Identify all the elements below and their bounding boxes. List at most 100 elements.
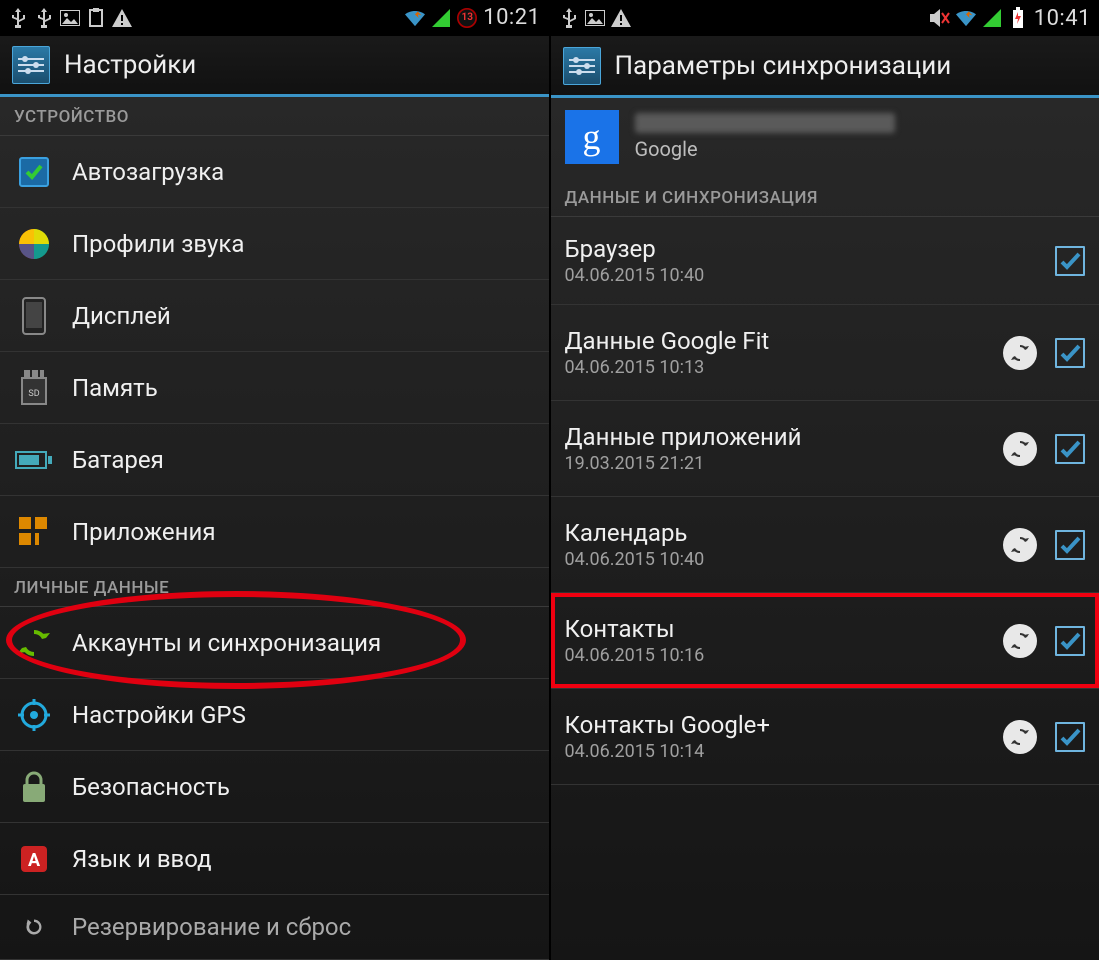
warning-icon bbox=[611, 8, 631, 28]
item-timestamp: 19.03.2015 21:21 bbox=[565, 453, 986, 474]
status-bar: 10:41 bbox=[551, 0, 1099, 36]
item-label: Контакты Google+ bbox=[565, 711, 986, 739]
section-personal-list: Аккаунты и синхронизация Настройки GPS Б… bbox=[0, 607, 549, 960]
section-device-list: Автозагрузка Профили звука Дисплей SD Па… bbox=[0, 136, 549, 568]
battery-badge: 13 bbox=[461, 12, 472, 23]
sync-item-contacts[interactable]: Контакты 04.06.2015 10:16 bbox=[551, 593, 1099, 689]
screen-settings: 13 10:21 Настройки УСТРОЙСТВО Автозагруз… bbox=[0, 0, 549, 960]
item-gps[interactable]: Настройки GPS bbox=[0, 679, 549, 751]
item-label: Настройки GPS bbox=[72, 701, 246, 729]
item-accounts-sync[interactable]: Аккаунты и синхронизация bbox=[0, 607, 549, 679]
clipboard-icon bbox=[86, 8, 106, 28]
storage-icon: SD bbox=[14, 368, 54, 408]
item-timestamp: 04.06.2015 10:14 bbox=[565, 741, 986, 762]
item-label: Контакты bbox=[565, 615, 986, 643]
svg-text:SD: SD bbox=[28, 389, 39, 399]
sync-item-contacts-gplus[interactable]: Контакты Google+ 04.06.2015 10:14 bbox=[551, 689, 1099, 785]
sync-item-browser[interactable]: Браузер 04.06.2015 10:40 bbox=[551, 217, 1099, 305]
item-label: Браузер bbox=[565, 235, 1038, 263]
item-autoboot[interactable]: Автозагрузка bbox=[0, 136, 549, 208]
item-battery[interactable]: Батарея bbox=[0, 424, 549, 496]
sync-status-icon bbox=[1003, 336, 1037, 370]
action-bar: Настройки bbox=[0, 36, 549, 97]
section-header-device: УСТРОЙСТВО bbox=[0, 97, 549, 136]
mute-icon bbox=[930, 8, 950, 28]
item-label: Данные Google Fit bbox=[565, 327, 986, 355]
item-timestamp: 04.06.2015 10:16 bbox=[565, 645, 986, 666]
item-label: Автозагрузка bbox=[72, 158, 224, 186]
screen-sync-settings: 10:41 Параметры синхронизации g Google Д… bbox=[549, 0, 1099, 960]
item-label: Дисплей bbox=[72, 302, 171, 330]
section-header-sync: ДАННЫЕ И СИНХРОНИЗАЦИЯ bbox=[551, 178, 1099, 217]
sync-checkbox[interactable] bbox=[1055, 626, 1085, 656]
reset-icon bbox=[14, 907, 54, 947]
item-apps[interactable]: Приложения bbox=[0, 496, 549, 568]
display-icon bbox=[14, 296, 54, 336]
settings-icon bbox=[563, 47, 601, 85]
sync-item-app-data[interactable]: Данные приложений 19.03.2015 21:21 bbox=[551, 401, 1099, 497]
sync-checkbox[interactable] bbox=[1055, 722, 1085, 752]
language-icon: A bbox=[14, 839, 54, 879]
item-label: Безопасность bbox=[72, 773, 230, 801]
sync-checkbox[interactable] bbox=[1055, 338, 1085, 368]
usb-icon bbox=[559, 8, 579, 28]
item-label: Данные приложений bbox=[565, 423, 986, 451]
sync-status-icon bbox=[1003, 432, 1037, 466]
status-clock: 10:41 bbox=[1034, 6, 1091, 31]
item-timestamp: 04.06.2015 10:40 bbox=[565, 265, 1038, 286]
item-storage[interactable]: SD Память bbox=[0, 352, 549, 424]
item-label: Память bbox=[72, 374, 158, 402]
page-title: Параметры синхронизации bbox=[615, 51, 952, 81]
item-timestamp: 04.06.2015 10:40 bbox=[565, 549, 986, 570]
item-language[interactable]: A Язык и ввод bbox=[0, 823, 549, 895]
wifi-icon bbox=[405, 8, 425, 28]
status-bar: 13 10:21 bbox=[0, 0, 549, 36]
gps-icon bbox=[14, 695, 54, 735]
item-label: Приложения bbox=[72, 518, 216, 546]
image-icon bbox=[585, 8, 605, 28]
action-bar: Параметры синхронизации bbox=[551, 36, 1099, 98]
apps-icon bbox=[14, 512, 54, 552]
battery-charging-icon bbox=[1008, 8, 1028, 28]
account-email-blurred bbox=[635, 113, 895, 133]
sync-icon bbox=[14, 623, 54, 663]
settings-icon bbox=[12, 46, 50, 84]
battery-alert-icon: 13 bbox=[457, 8, 477, 28]
item-display[interactable]: Дисплей bbox=[0, 280, 549, 352]
google-avatar-icon: g bbox=[565, 110, 619, 164]
battery-icon bbox=[14, 440, 54, 480]
item-label: Язык и ввод bbox=[72, 845, 212, 873]
section-header-personal: ЛИЧНЫЕ ДАННЫЕ bbox=[0, 568, 549, 607]
wifi-icon bbox=[956, 8, 976, 28]
sync-checkbox[interactable] bbox=[1055, 434, 1085, 464]
signal-icon bbox=[431, 8, 451, 28]
sync-item-google-fit[interactable]: Данные Google Fit 04.06.2015 10:13 bbox=[551, 305, 1099, 401]
sync-status-icon bbox=[1003, 624, 1037, 658]
sync-status-icon bbox=[1003, 528, 1037, 562]
sync-checkbox[interactable] bbox=[1055, 530, 1085, 560]
sync-checkbox[interactable] bbox=[1055, 246, 1085, 276]
page-title: Настройки bbox=[64, 50, 196, 80]
item-label: Календарь bbox=[565, 519, 986, 547]
svg-text:A: A bbox=[28, 850, 41, 871]
signal-icon bbox=[982, 8, 1002, 28]
usb-icon bbox=[8, 8, 28, 28]
usb-icon bbox=[34, 8, 54, 28]
item-label: Резервирование и сброс bbox=[72, 913, 351, 941]
item-label: Аккаунты и синхронизация bbox=[72, 629, 381, 657]
account-provider: Google bbox=[635, 137, 895, 161]
image-icon bbox=[60, 8, 80, 28]
lock-icon bbox=[14, 767, 54, 807]
account-header[interactable]: g Google bbox=[551, 98, 1099, 178]
warning-icon bbox=[112, 8, 132, 28]
item-sound-profiles[interactable]: Профили звука bbox=[0, 208, 549, 280]
item-label: Профили звука bbox=[72, 230, 244, 258]
item-label: Батарея bbox=[72, 446, 164, 474]
item-security[interactable]: Безопасность bbox=[0, 751, 549, 823]
item-backup-reset[interactable]: Резервирование и сброс bbox=[0, 895, 549, 960]
sound-icon bbox=[14, 224, 54, 264]
autoboot-icon bbox=[14, 152, 54, 192]
sync-list: Браузер 04.06.2015 10:40 Данные Google F… bbox=[551, 217, 1099, 785]
sync-status-icon bbox=[1003, 720, 1037, 754]
sync-item-calendar[interactable]: Календарь 04.06.2015 10:40 bbox=[551, 497, 1099, 593]
